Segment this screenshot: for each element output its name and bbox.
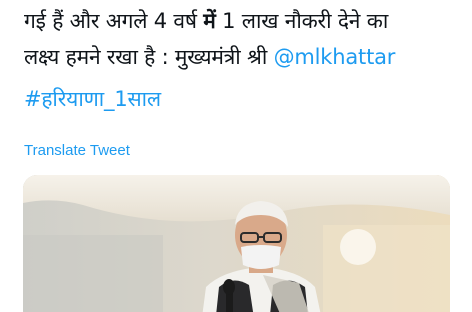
tweet-text-segment: लक्ष्य हमने रखा है : मुख्यमंत्री श्री [24, 45, 274, 69]
tweet-media-photo[interactable] [23, 175, 450, 312]
microphone [223, 279, 235, 295]
photo-illustration [23, 175, 450, 312]
tweet-text-segment: 1 लाख नौकरी देने का [215, 9, 389, 33]
background-panel [323, 225, 450, 312]
tweet-text-segment: गई हैं और अगले 4 वर्ष [24, 9, 204, 33]
light-glow [340, 229, 376, 265]
tweet-text-line-3: #हरियाणा_1साल [24, 82, 161, 117]
background-wall [23, 235, 163, 312]
translate-tweet-link[interactable]: Translate Tweet [24, 142, 130, 159]
tweet-text-line-1: गई हैं और अगले 4 वर्ष में 1 लाख नौकरी दे… [24, 4, 388, 39]
mention-link[interactable]: @mlkhattar [274, 45, 396, 69]
tweet-text-line-2: लक्ष्य हमने रखा है : मुख्यमंत्री श्री @m… [24, 40, 395, 75]
tweet-text-bold: में [203, 9, 216, 33]
face-mask [241, 245, 281, 269]
hashtag-link[interactable]: #हरियाणा_1साल [24, 87, 161, 111]
